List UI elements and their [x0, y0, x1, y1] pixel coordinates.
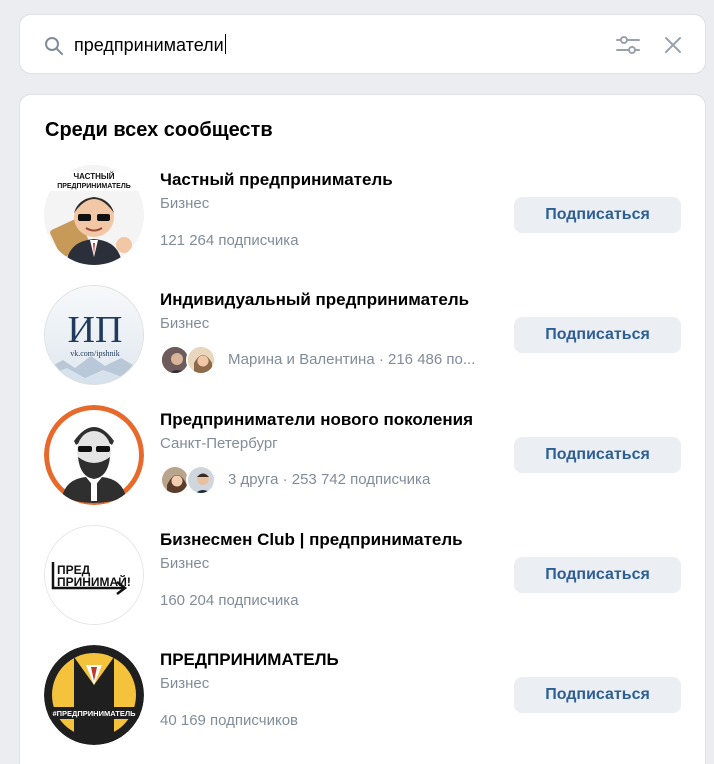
subscribe-button[interactable]: Подписаться [514, 197, 681, 233]
community-avatar[interactable]: ПРЕД ПРИНИМАЙ! [44, 525, 144, 625]
community-category: Бизнес [160, 555, 210, 572]
community-category: Бизнес [160, 675, 210, 692]
friends-and-subscribers: Марина и Валентина · 216 486 по... [228, 351, 476, 368]
community-category: Бизнес [160, 315, 210, 332]
community-category: Санкт-Петербург [160, 435, 278, 452]
community-name[interactable]: Индивидуальный предприниматель [160, 290, 469, 310]
search-bar[interactable]: предприниматели [19, 14, 706, 74]
svg-text:ПРИНИМАЙ!: ПРИНИМАЙ! [57, 574, 131, 589]
filter-icon[interactable] [615, 33, 641, 57]
subscribe-button[interactable]: Подписаться [514, 677, 681, 713]
subscriber-count: 121 264 подписчика [160, 232, 299, 249]
subscriber-count: 40 169 подписчиков [160, 712, 299, 729]
avatar-text: #ПРЕДПРИНИМАТЕЛЬ [52, 709, 136, 718]
close-icon[interactable] [663, 35, 683, 55]
subscribe-button[interactable]: Подписаться [514, 437, 681, 473]
svg-text:vk.com/ipshnik: vk.com/ipshnik [70, 349, 120, 358]
friends-and-subscribers: 3 друга · 253 742 подписчика [228, 471, 431, 488]
community-category: Бизнес [160, 195, 210, 212]
community-name[interactable]: ПРЕДПРИНИМАТЕЛЬ [160, 650, 339, 670]
subscriber-count: 160 204 подписчика [160, 592, 299, 609]
community-item[interactable]: ПРЕД ПРИНИМАЙ! Бизнесмен Club | предприн… [20, 525, 705, 635]
search-icon [45, 37, 63, 55]
community-item[interactable]: ЧАСТНЫЙ ПРЕДПРИНИМАТЕЛЬ Частный предприн… [20, 165, 705, 275]
friend-avatar [186, 465, 216, 495]
avatar-text: ЧАСТНЫЙ [73, 172, 114, 181]
community-name[interactable]: Предприниматели нового поколения [160, 410, 473, 430]
communities-panel: Среди всех сообществ ЧАСТНЫЙ ПРЕДПРИНИМА… [19, 94, 706, 764]
section-title: Среди всех сообществ [45, 119, 273, 141]
community-item[interactable]: Предприниматели нового поколения Санкт-П… [20, 405, 705, 515]
svg-text:ПРЕДПРИНИМАТЕЛЬ: ПРЕДПРИНИМАТЕЛЬ [57, 183, 131, 190]
community-item[interactable]: #ПРЕДПРИНИМАТЕЛЬ ПРЕДПРИНИМАТЕЛЬ Бизнес … [20, 645, 705, 755]
avatar-text: ИП [68, 309, 123, 351]
community-name[interactable]: Частный предприниматель [160, 170, 393, 190]
friends-avatars [160, 465, 220, 497]
subscribe-button[interactable]: Подписаться [514, 317, 681, 353]
community-avatar[interactable] [44, 405, 144, 505]
community-avatar[interactable]: ЧАСТНЫЙ ПРЕДПРИНИМАТЕЛЬ [44, 165, 144, 265]
community-avatar[interactable]: #ПРЕДПРИНИМАТЕЛЬ [44, 645, 144, 745]
friend-avatar [186, 345, 216, 375]
subscribe-button[interactable]: Подписаться [514, 557, 681, 593]
community-avatar[interactable]: ИП vk.com/ipshnik [44, 285, 144, 385]
community-item[interactable]: ИП vk.com/ipshnik Индивидуальный предпри… [20, 285, 705, 395]
text-caret [224, 34, 226, 54]
search-input[interactable]: предприниматели [74, 33, 226, 57]
friends-avatars [160, 345, 220, 377]
community-name[interactable]: Бизнесмен Club | предприниматель [160, 530, 463, 550]
